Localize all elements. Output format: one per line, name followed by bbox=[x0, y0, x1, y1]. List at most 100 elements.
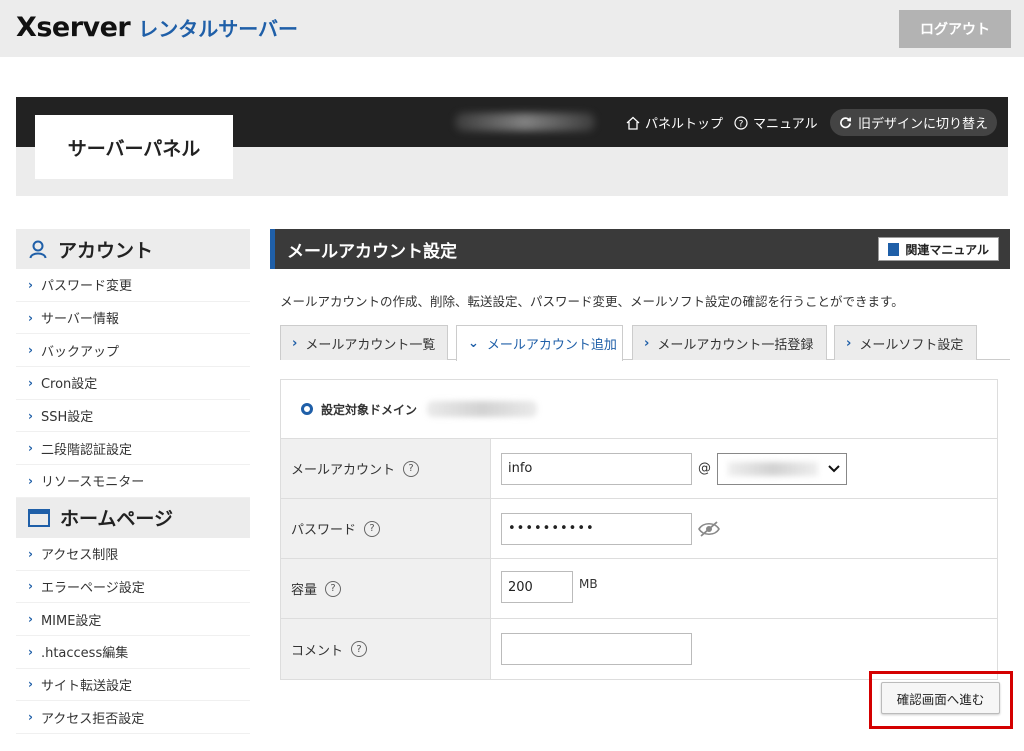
field-label-cell: メールアカウント ? bbox=[281, 439, 491, 498]
svg-text:?: ? bbox=[739, 119, 744, 129]
chevron-right-icon: › bbox=[28, 677, 33, 692]
chevron-right-icon: › bbox=[28, 473, 33, 488]
sidebar-item-server-info[interactable]: › サーバー情報 bbox=[16, 302, 250, 335]
chevron-down-icon: ⌄ bbox=[468, 336, 479, 351]
help-icon[interactable]: ? bbox=[403, 460, 420, 477]
sidebar-heading-account: アカウント bbox=[16, 229, 250, 269]
panel-top-link[interactable]: パネルトップ bbox=[626, 113, 723, 132]
logout-button[interactable]: ログアウト bbox=[899, 10, 1011, 48]
tab-account-add[interactable]: ⌄ メールアカウント追加 bbox=[456, 325, 623, 361]
tab-bar: › メールアカウント一覧 ⌄ メールアカウント追加 › メールアカウント一括登録 › メ… bbox=[280, 325, 1010, 361]
home-icon bbox=[626, 116, 640, 130]
field-value-cell: 200 MB bbox=[491, 559, 997, 618]
at-sign: @ bbox=[698, 461, 711, 476]
chevron-right-icon: › bbox=[28, 710, 33, 725]
chevron-right-icon: › bbox=[644, 335, 650, 351]
sidebar-heading-account-label: アカウント bbox=[58, 239, 154, 262]
comment-input[interactable] bbox=[501, 633, 692, 665]
mail-account-form: 設定対象ドメイン メールアカウント ? info @ パスワード ? •••••… bbox=[280, 379, 998, 680]
blurred-domain-option bbox=[728, 461, 818, 476]
sidebar-item-label: .htaccess編集 bbox=[40, 646, 129, 662]
tab-bulk-register[interactable]: › メールアカウント一括登録 bbox=[632, 325, 827, 360]
logo-subtitle: レンタルサーバー bbox=[138, 17, 299, 41]
help-icon[interactable]: ? bbox=[325, 580, 342, 597]
logo-brand: Xserver bbox=[16, 12, 131, 43]
sidebar-item-access-restriction[interactable]: › アクセス制限 bbox=[16, 538, 250, 571]
chevron-down-icon bbox=[828, 464, 840, 472]
help-icon[interactable]: ? bbox=[364, 520, 381, 537]
domain-label: 設定対象ドメイン bbox=[321, 402, 418, 417]
sidebar-item-htaccess[interactable]: › .htaccess編集 bbox=[16, 636, 250, 669]
proceed-to-confirm-button[interactable]: 確認画面へ進む bbox=[881, 682, 1000, 714]
help-icon[interactable]: ? bbox=[351, 641, 368, 657]
manual-link[interactable]: ? マニュアル bbox=[734, 113, 818, 132]
sidebar-item-password[interactable]: › パスワード変更 bbox=[16, 269, 250, 302]
top-bar: Xserver レンタルサーバー ログアウト bbox=[0, 0, 1024, 57]
row-password: パスワード ? •••••••••• bbox=[281, 499, 997, 559]
sidebar-item-site-redirect[interactable]: › サイト転送設定 bbox=[16, 669, 250, 702]
chevron-right-icon: › bbox=[28, 408, 33, 423]
sidebar: アカウント › パスワード変更 › サーバー情報 › バックアップ › Cron設定 ›… bbox=[16, 229, 250, 734]
sidebar-item-ssh[interactable]: › SSH設定 bbox=[16, 400, 250, 433]
chevron-right-icon: › bbox=[28, 546, 33, 561]
sidebar-item-2fa[interactable]: › 二段階認証設定 bbox=[16, 432, 250, 466]
row-comment: コメント ? bbox=[281, 619, 997, 679]
tab-label: メールアカウント追加 bbox=[486, 338, 617, 353]
page-description: メールアカウントの作成、削除、転送設定、パスワード変更、メールソフト設定の確認を… bbox=[280, 294, 904, 309]
domain-select[interactable] bbox=[717, 452, 847, 485]
sidebar-item-label: パスワード変更 bbox=[40, 279, 132, 295]
manual-label: マニュアル bbox=[753, 117, 818, 132]
tab-mail-software[interactable]: › メールソフト設定 bbox=[834, 325, 977, 360]
sidebar-item-cron[interactable]: › Cron設定 bbox=[16, 367, 250, 400]
page-title: メールアカウント設定 bbox=[287, 241, 457, 262]
row-mail-account: メールアカウント ? info @ bbox=[281, 439, 997, 499]
sidebar-heading-homepage-label: ホームページ bbox=[60, 508, 174, 531]
sidebar-item-resource-monitor[interactable]: › リソースモニター bbox=[16, 465, 250, 498]
row-capacity: 容量 ? 200 MB bbox=[281, 559, 997, 619]
old-design-button[interactable]: 旧デザインに切り替え bbox=[830, 109, 997, 136]
field-label-cell: 容量 ? bbox=[281, 559, 491, 618]
related-manual-button[interactable]: 関連マニュアル bbox=[878, 237, 999, 261]
tab-label: メールアカウント一括登録 bbox=[657, 337, 814, 353]
password-input[interactable]: •••••••••• bbox=[501, 512, 692, 545]
sidebar-item-access-deny[interactable]: › アクセス拒否設定 bbox=[16, 701, 250, 734]
eye-off-icon[interactable] bbox=[698, 520, 720, 537]
sidebar-item-mime[interactable]: › MIME設定 bbox=[16, 603, 250, 636]
field-label-cell: コメント ? bbox=[281, 619, 491, 679]
main-content: メールアカウント設定 関連マニュアル メールアカウントの作成、削除、転送設定、パ… bbox=[270, 229, 1010, 680]
password-label: パスワード bbox=[291, 523, 357, 538]
capacity-label: 容量 bbox=[291, 583, 318, 598]
sidebar-item-label: アクセス拒否設定 bbox=[40, 711, 145, 727]
domain-radio[interactable] bbox=[301, 403, 313, 415]
comment-label: コメント bbox=[291, 643, 344, 659]
field-value-cell: •••••••••• bbox=[491, 499, 997, 558]
section-header: メールアカウント設定 関連マニュアル bbox=[270, 229, 1010, 269]
mail-account-label: メールアカウント bbox=[291, 463, 396, 478]
tab-label: メールソフト設定 bbox=[859, 337, 964, 353]
mail-account-input[interactable]: info bbox=[501, 452, 692, 485]
tab-label: メールアカウント一覧 bbox=[305, 337, 436, 353]
sidebar-heading-homepage: ホームページ bbox=[16, 497, 250, 538]
capacity-input[interactable]: 200 bbox=[501, 571, 573, 603]
user-icon bbox=[29, 240, 47, 259]
panel-top-label: パネルトップ bbox=[645, 117, 724, 132]
book-icon bbox=[888, 242, 900, 256]
logo[interactable]: Xserver レンタルサーバー bbox=[16, 12, 298, 43]
chevron-right-icon: › bbox=[28, 310, 33, 325]
sidebar-item-label: アクセス制限 bbox=[40, 548, 119, 564]
blurred-domain bbox=[427, 401, 538, 417]
sidebar-item-error-page[interactable]: › エラーページ設定 bbox=[16, 571, 250, 604]
sidebar-item-backup[interactable]: › バックアップ bbox=[16, 334, 250, 368]
chevron-right-icon: › bbox=[292, 335, 298, 351]
refresh-icon bbox=[840, 117, 851, 129]
sidebar-item-label: SSH設定 bbox=[40, 410, 94, 426]
sidebar-item-label: サイト転送設定 bbox=[40, 678, 132, 694]
field-value-cell bbox=[491, 619, 997, 679]
sidebar-item-label: 二段階認証設定 bbox=[40, 442, 132, 458]
field-label-cell: パスワード ? bbox=[281, 499, 491, 558]
tab-account-list[interactable]: › メールアカウント一覧 bbox=[280, 325, 448, 360]
panel-title[interactable]: サーバーパネル bbox=[35, 115, 233, 179]
chevron-right-icon: › bbox=[28, 343, 33, 358]
chevron-right-icon: › bbox=[28, 375, 33, 390]
related-manual-label: 関連マニュアル bbox=[905, 242, 989, 257]
